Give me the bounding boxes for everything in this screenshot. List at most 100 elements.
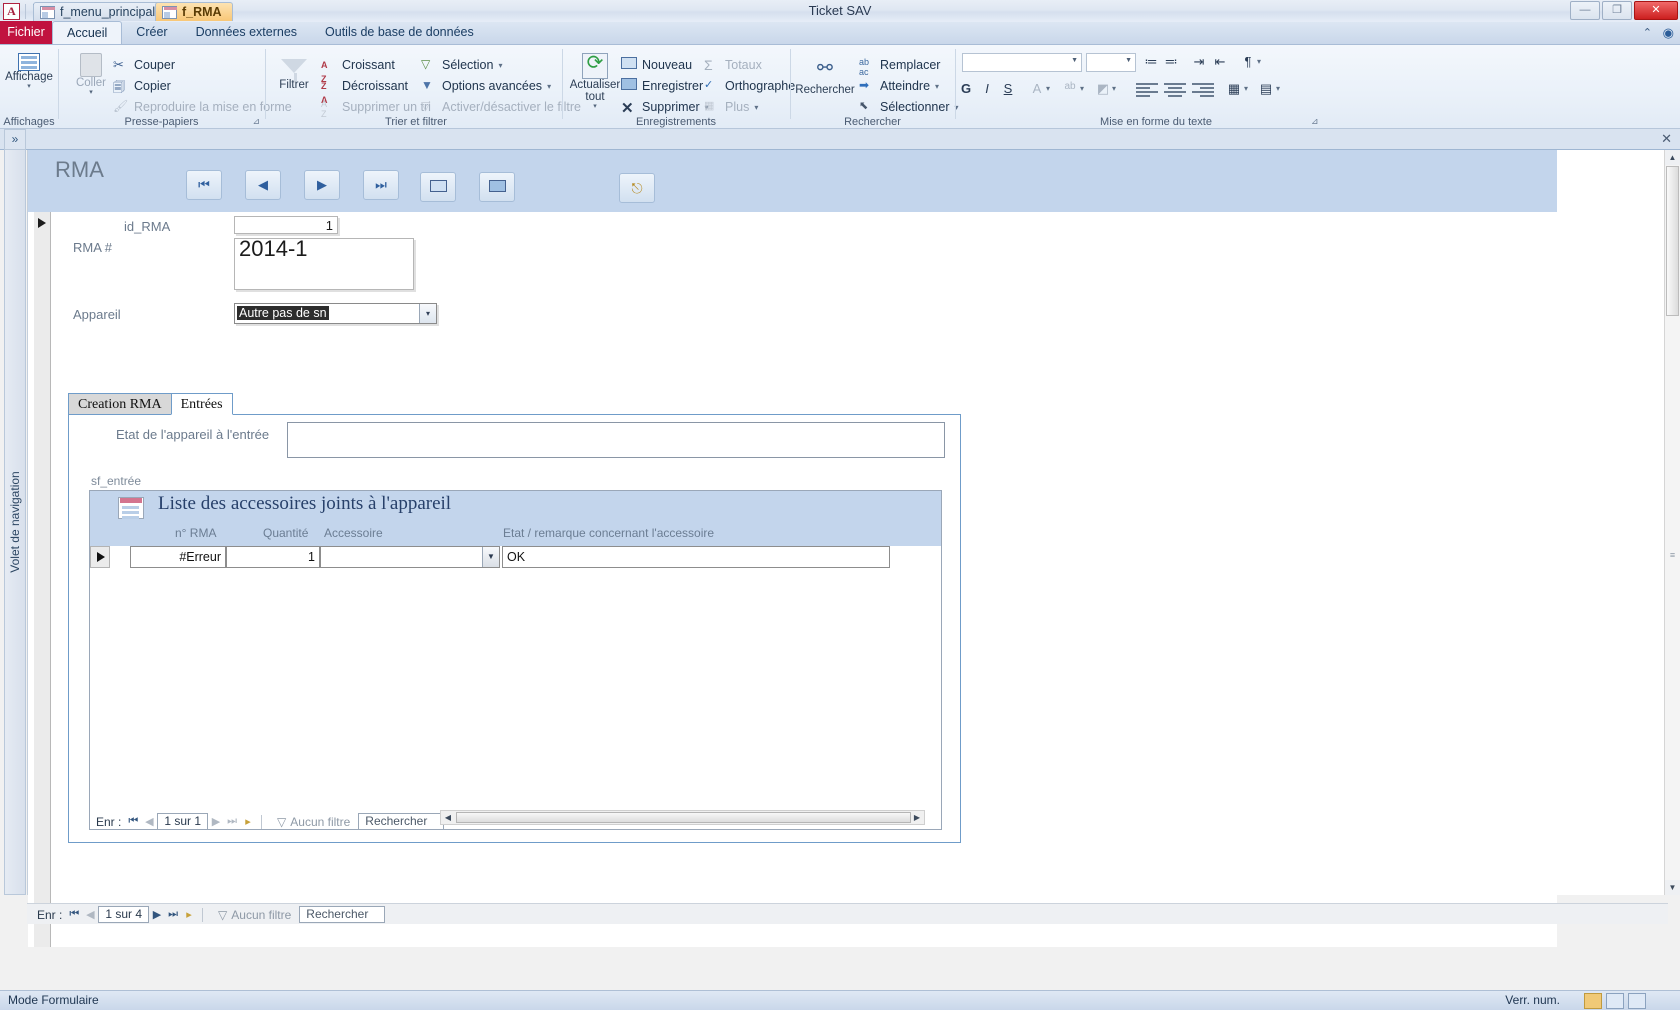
help-icon[interactable]: ◉: [1663, 25, 1674, 41]
chevron-down-icon[interactable]: ▾: [1112, 84, 1116, 93]
cell-etat-remarque[interactable]: OK: [502, 546, 890, 568]
split-handle-icon[interactable]: ≡: [1666, 550, 1679, 560]
tab-accueil[interactable]: Accueil: [52, 21, 123, 44]
row-selector[interactable]: [90, 546, 110, 568]
copier-button[interactable]: 🗐 Copier: [113, 78, 171, 94]
enregistrer-button[interactable]: Enregistrer: [621, 78, 703, 94]
form-search-input[interactable]: Rechercher: [299, 906, 386, 923]
chevron-down-icon[interactable]: ▾: [1046, 84, 1050, 93]
rma-number-field[interactable]: 2014-1: [234, 238, 414, 290]
tab-entrees[interactable]: Entrées: [170, 393, 233, 415]
font-name-combo[interactable]: ▼: [962, 53, 1082, 72]
scroll-down-icon[interactable]: ▼: [1665, 880, 1680, 895]
scroll-right-icon[interactable]: ▶: [910, 811, 924, 824]
decrease-indent-icon[interactable]: ⇥: [1190, 54, 1208, 70]
increase-indent-icon[interactable]: ⇤: [1211, 54, 1229, 70]
filtrer-button[interactable]: Filtrer: [266, 59, 322, 91]
underline-button[interactable]: S: [999, 81, 1017, 96]
presse-papiers-dialog-launcher[interactable]: ⊿: [252, 116, 260, 127]
decroissant-button[interactable]: ZA Décroissant: [321, 78, 408, 105]
tab-fichier[interactable]: Fichier: [0, 21, 52, 44]
design-view-button[interactable]: [1628, 993, 1646, 1009]
close-button[interactable]: ✕: [1634, 1, 1678, 20]
atteindre-button[interactable]: ➡ Atteindre ▾: [859, 78, 939, 94]
chevron-down-icon[interactable]: ▾: [547, 82, 551, 91]
fill-color-button[interactable]: ◩: [1094, 81, 1112, 97]
form-filter-status[interactable]: ▽ Aucun filtre: [218, 908, 291, 922]
tab-creation-rma[interactable]: Creation RMA: [68, 393, 172, 415]
scroll-left-icon[interactable]: ◀: [441, 811, 455, 824]
chevron-down-icon[interactable]: ▼: [482, 547, 499, 567]
minimize-ribbon-icon[interactable]: ⌃: [1643, 26, 1652, 39]
chevron-down-icon[interactable]: ▾: [1257, 57, 1261, 66]
chevron-down-icon[interactable]: ▾: [419, 304, 436, 323]
subform-new-record-button[interactable]: ▸: [240, 815, 256, 828]
nouveau-button[interactable]: Nouveau: [621, 57, 692, 73]
chevron-down-icon[interactable]: ▼: [1071, 57, 1078, 64]
new-record-button[interactable]: [420, 172, 456, 202]
cell-quantite[interactable]: 1: [226, 546, 320, 568]
remplacer-button[interactable]: ab ac Remplacer: [859, 57, 940, 77]
save-record-button[interactable]: [479, 172, 515, 202]
selectionner-button[interactable]: ⬉ Sélectionner ▾: [859, 99, 959, 115]
record-selector[interactable]: [34, 212, 51, 947]
rtl-ltr-icon[interactable]: ¶: [1239, 54, 1257, 69]
italic-button[interactable]: I: [978, 81, 996, 96]
form-record-position[interactable]: 1 sur 4: [98, 906, 150, 923]
tab-donnees-externes[interactable]: Données externes: [182, 21, 311, 44]
subform-filter-status[interactable]: ▽ Aucun filtre: [277, 815, 350, 829]
font-size-combo[interactable]: ▼: [1086, 53, 1136, 72]
font-color-button[interactable]: A: [1028, 81, 1046, 96]
scroll-up-icon[interactable]: ▲: [1665, 150, 1680, 165]
document-tab-f-rma[interactable]: f_RMA: [155, 2, 233, 21]
supprimer-button[interactable]: ✕ Supprimer ▾: [621, 99, 709, 117]
alternate-fill-icon[interactable]: ▤: [1256, 81, 1276, 97]
column-header-n-rma[interactable]: n° RMA: [175, 526, 216, 540]
chevron-down-icon[interactable]: ▾: [1, 83, 57, 90]
chevron-down-icon[interactable]: ▾: [498, 61, 502, 70]
layout-view-button[interactable]: [1606, 993, 1624, 1009]
close-form-button[interactable]: ⎋: [619, 173, 655, 203]
form-vertical-scrollbar[interactable]: ▲ ▼ ≡: [1664, 150, 1680, 895]
close-document-button[interactable]: ✕: [1661, 131, 1672, 147]
appareil-combobox[interactable]: Autre pas de sn ▾: [234, 303, 437, 324]
column-header-accessoire[interactable]: Accessoire: [324, 526, 383, 540]
minimize-button[interactable]: —: [1570, 1, 1600, 20]
first-record-button[interactable]: ⏮: [186, 170, 222, 200]
last-record-button[interactable]: ⏭: [363, 170, 399, 200]
options-avancees-button[interactable]: ▼ Options avancées ▾: [421, 78, 551, 94]
actualiser-tout-button[interactable]: Actualiser tout ▾: [564, 50, 626, 110]
tab-creer[interactable]: Créer: [122, 21, 181, 44]
column-header-etat-remarque[interactable]: Etat / remarque concernant l'accessoire: [503, 526, 714, 540]
croissant-button[interactable]: AZ Croissant: [321, 57, 395, 84]
chevron-down-icon[interactable]: ▾: [935, 82, 939, 91]
cell-accessoire[interactable]: ▼: [320, 546, 500, 568]
tab-outils-base-de-donnees[interactable]: Outils de base de données: [311, 21, 488, 44]
next-record-button[interactable]: ▶: [304, 170, 340, 200]
orthographe-button[interactable]: ✓ Orthographe: [704, 78, 795, 94]
subform-first-record-button[interactable]: ⏮: [125, 815, 141, 828]
gridlines-icon[interactable]: ▦: [1224, 81, 1244, 97]
highlight-color-button[interactable]: ab: [1060, 81, 1080, 92]
form-new-record-button[interactable]: ▸: [181, 908, 197, 921]
align-left-icon[interactable]: [1136, 83, 1158, 99]
bullets-icon[interactable]: ≔: [1142, 54, 1160, 70]
bold-button[interactable]: G: [957, 81, 975, 96]
rechercher-button[interactable]: ⚯ Rechercher: [791, 57, 859, 96]
form-first-record-button[interactable]: ⏮: [66, 908, 82, 921]
expand-navigation-pane-button[interactable]: »: [4, 129, 26, 150]
cell-n-rma[interactable]: #Erreur: [130, 546, 226, 568]
chevron-down-icon[interactable]: ▾: [1276, 84, 1280, 93]
document-tab-f-menu-principal[interactable]: f_menu_principal: [33, 2, 167, 21]
previous-record-button[interactable]: ◀: [245, 170, 281, 200]
etat-appareil-entree-field[interactable]: [287, 422, 945, 458]
scrollbar-thumb[interactable]: [456, 812, 911, 823]
numbering-icon[interactable]: ≕: [1162, 54, 1180, 70]
scrollbar-thumb[interactable]: [1666, 166, 1679, 316]
navigation-pane[interactable]: Volet de navigation: [4, 150, 26, 895]
affichage-button[interactable]: Affichage ▾: [1, 53, 57, 90]
form-next-record-button[interactable]: ▶: [149, 908, 165, 921]
chevron-down-icon[interactable]: ▾: [1080, 84, 1084, 93]
couper-button[interactable]: ✂ Couper: [113, 57, 175, 73]
column-header-quantite[interactable]: Quantité: [263, 526, 308, 540]
